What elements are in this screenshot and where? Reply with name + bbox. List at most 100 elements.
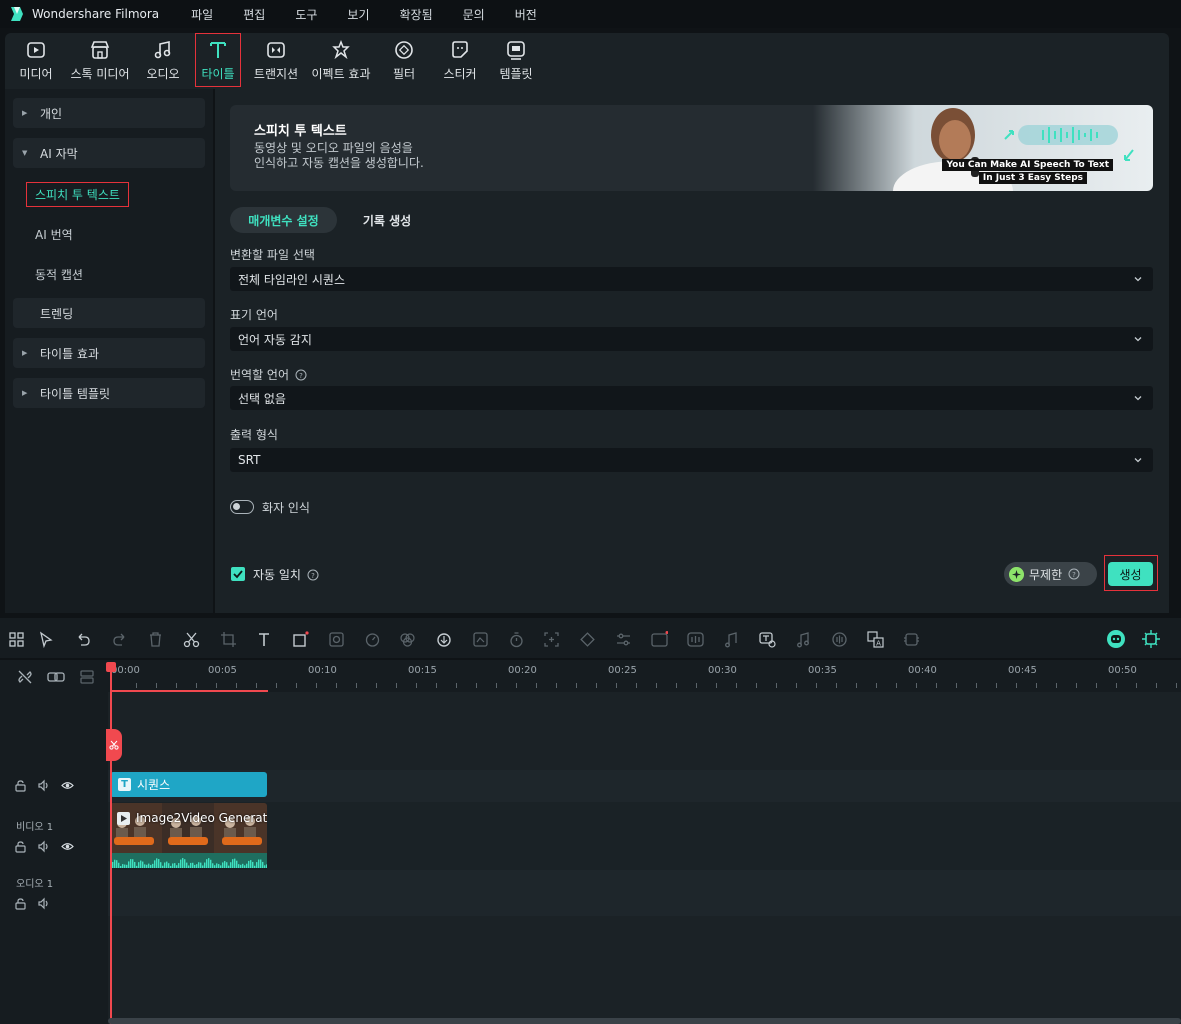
layout-grid-icon[interactable] <box>8 631 25 648</box>
help-icon[interactable]: ? <box>295 369 307 381</box>
sidebar-item-title-templates[interactable]: ▶ 타이틀 템플릿 <box>13 378 205 408</box>
ai-audio-icon[interactable] <box>436 631 453 648</box>
title-clip[interactable]: T 시퀀스 <box>110 772 267 797</box>
menu-version[interactable]: 버전 <box>511 4 541 25</box>
text-tool-icon[interactable] <box>256 631 273 648</box>
sidebar-item-personal[interactable]: ▶ 개인 <box>13 98 205 128</box>
split-marker[interactable] <box>106 729 122 761</box>
ai-text-icon[interactable] <box>651 631 668 648</box>
focus-icon[interactable] <box>543 631 560 648</box>
video-clip[interactable]: Image2Video Generati... <box>110 803 267 853</box>
waveform-bar <box>232 859 234 868</box>
toolbar-templates[interactable]: 템플릿 <box>495 33 537 87</box>
speech-to-text-icon[interactable] <box>759 631 776 648</box>
crop-icon[interactable] <box>220 631 237 648</box>
toolbar-stock-media[interactable]: 스톡 미디어 <box>67 33 133 87</box>
timeline-ruler[interactable]: 00:00 00:05 00:10 00:15 00:20 00:25 00:3… <box>108 660 1181 692</box>
toolbar-audio[interactable]: 오디오 <box>143 33 183 87</box>
shape-icon[interactable] <box>292 631 309 648</box>
sidebar-item-trending[interactable]: 트렌딩 <box>13 298 205 328</box>
ruler-tick <box>156 683 157 688</box>
redo-icon[interactable] <box>111 631 128 648</box>
lock-icon[interactable] <box>14 897 27 910</box>
track-settings-icon[interactable] <box>79 669 95 685</box>
link-icon[interactable] <box>47 669 65 685</box>
menu-extensions[interactable]: 확장됨 <box>396 4 437 25</box>
menu-view[interactable]: 보기 <box>343 4 373 25</box>
waveform-icon[interactable] <box>687 631 704 648</box>
sidebar-item-dynamic-caption[interactable]: 동적 캡션 <box>35 266 83 283</box>
ruler-tick <box>196 683 197 688</box>
speaker-icon[interactable] <box>37 840 50 853</box>
ruler-tick <box>796 683 797 688</box>
language-dropdown[interactable]: 언어 자동 감지 <box>230 327 1153 351</box>
sidebar-item-title-effects[interactable]: ▶ 타이틀 효과 <box>13 338 205 368</box>
translate-language-dropdown[interactable]: 선택 없음 <box>230 386 1153 410</box>
mask-icon[interactable] <box>328 631 345 648</box>
lock-icon[interactable] <box>14 840 27 853</box>
speaker-icon[interactable] <box>37 897 50 910</box>
toolbar-effects[interactable]: 이펙트 효과 <box>308 33 374 87</box>
undo-icon[interactable] <box>75 631 92 648</box>
menu-file[interactable]: 파일 <box>187 4 217 25</box>
toolbar-filters[interactable]: 필터 <box>387 33 421 87</box>
ruler-tick <box>916 683 917 688</box>
audio-mixer-icon[interactable] <box>723 631 740 648</box>
feature-banner[interactable]: 스피치 투 텍스트 동영상 및 오디오 파일의 음성을 인식하고 자동 캡션을 … <box>230 105 1153 191</box>
color-icon[interactable] <box>399 631 416 648</box>
output-format-dropdown[interactable]: SRT <box>230 448 1153 472</box>
eye-icon[interactable] <box>61 779 74 792</box>
file-select-dropdown[interactable]: 전체 타임라인 시퀀스 <box>230 267 1153 291</box>
sidebar-item-ai-translate[interactable]: AI 번역 <box>35 226 73 243</box>
waveform-bar <box>142 861 144 868</box>
auto-match-checkbox[interactable] <box>231 567 245 581</box>
timer-icon[interactable] <box>508 631 525 648</box>
waveform-bar <box>240 864 242 868</box>
help-icon[interactable]: ? <box>307 569 319 581</box>
toolbar-titles[interactable]: 타이틀 <box>195 33 241 87</box>
scissors-icon[interactable] <box>183 631 200 648</box>
keyframe-icon[interactable] <box>579 631 596 648</box>
select-pointer-icon[interactable] <box>38 631 55 648</box>
adjust-icon[interactable] <box>615 631 632 648</box>
menu-help[interactable]: 문의 <box>459 4 489 25</box>
filter-icon <box>395 40 413 59</box>
playhead-handle[interactable] <box>106 662 116 672</box>
menu-tools[interactable]: 도구 <box>291 4 321 25</box>
toolbar-media[interactable]: 미디어 <box>15 33 57 87</box>
playhead[interactable] <box>110 662 112 1024</box>
sidebar-item-ai-captions[interactable]: ▼ AI 자막 <box>13 138 205 168</box>
toolbar-transitions[interactable]: 트랜지션 <box>251 33 301 87</box>
music-beat-icon[interactable] <box>795 631 812 648</box>
frame-icon[interactable] <box>903 631 920 648</box>
ruler-tick <box>1156 683 1157 688</box>
template-icon <box>507 40 525 60</box>
speaker-icon[interactable] <box>37 779 50 792</box>
waveform-bar <box>156 858 158 868</box>
sidebar-item-speech-to-text[interactable]: 스피치 투 텍스트 <box>26 182 129 207</box>
toolbar-label: 트랜지션 <box>253 66 299 81</box>
speed-icon[interactable] <box>364 631 381 648</box>
work-area-bar[interactable] <box>112 690 268 692</box>
unlimited-badge[interactable]: 무제한 ? <box>1004 562 1097 586</box>
translate-icon[interactable]: A <box>867 631 884 648</box>
voice-icon[interactable] <box>831 631 848 648</box>
speaker-recognition-toggle[interactable] <box>230 500 254 514</box>
link-off-icon[interactable] <box>17 669 33 685</box>
generate-button[interactable]: 생성 <box>1108 562 1153 586</box>
audio-waveform[interactable] <box>110 853 267 868</box>
timeline-scrollbar[interactable] <box>108 1018 1181 1024</box>
ai-image-icon[interactable] <box>472 631 489 648</box>
menu-edit[interactable]: 편집 <box>239 4 269 25</box>
help-icon[interactable]: ? <box>1068 568 1080 580</box>
ai-feature-icon[interactable] <box>1141 629 1161 649</box>
tab-history[interactable]: 기록 생성 <box>351 207 423 233</box>
delete-icon[interactable] <box>147 631 164 648</box>
eye-icon[interactable] <box>61 840 74 853</box>
ai-copilot-icon[interactable] <box>1106 629 1126 649</box>
toolbar-stickers[interactable]: 스티커 <box>439 33 481 87</box>
ruler-tick <box>1036 683 1037 688</box>
timeline-toolbar: A <box>0 618 1181 658</box>
lock-icon[interactable] <box>14 779 27 792</box>
tab-parameter-settings[interactable]: 매개변수 설정 <box>230 207 337 233</box>
